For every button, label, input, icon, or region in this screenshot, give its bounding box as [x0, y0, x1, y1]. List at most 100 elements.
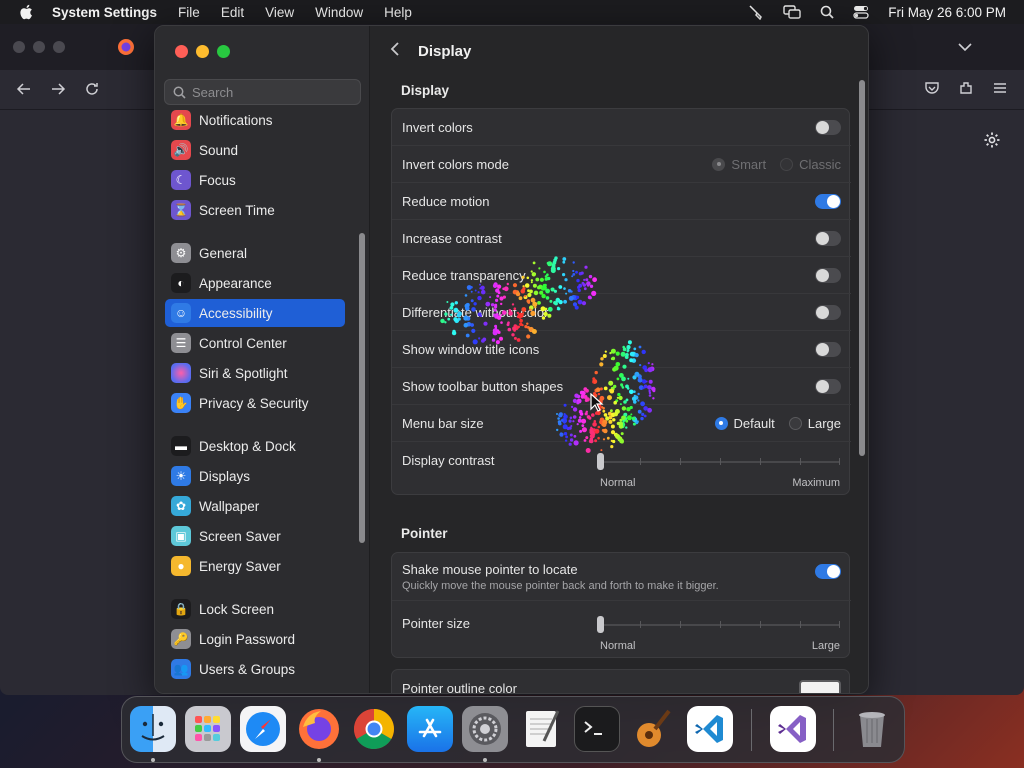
menu-edit[interactable]: Edit: [221, 5, 244, 20]
forward-arrow-icon[interactable]: [50, 81, 66, 102]
radio-smart[interactable]: Smart: [712, 157, 766, 172]
sidebar-item-login-password[interactable]: 🔑 Login Password: [165, 625, 345, 653]
pen-tool-icon[interactable]: [748, 4, 764, 20]
sidebar-item-energy-saver[interactable]: ● Energy Saver: [165, 552, 345, 580]
sidebar-item-displays[interactable]: ☀ Displays: [165, 462, 345, 490]
dock-firefox[interactable]: [296, 706, 342, 752]
sidebar-item-general[interactable]: ⚙ General: [165, 239, 345, 267]
minimize-button[interactable]: [196, 45, 209, 58]
shake-pointer-toggle[interactable]: [815, 564, 841, 579]
sidebar-item-accessibility[interactable]: ☺ Accessibility: [165, 299, 345, 327]
window-title-icons-toggle[interactable]: [815, 341, 841, 357]
menu-file[interactable]: File: [178, 5, 200, 20]
dock-visual-studio[interactable]: [770, 706, 816, 752]
dock-chrome[interactable]: [351, 706, 397, 752]
sidebar-item-appearance[interactable]: ◐ Appearance: [165, 269, 345, 297]
browser-zoom-button[interactable]: [53, 41, 65, 53]
sidebar-item-screen-time[interactable]: ⌛ Screen Time: [165, 196, 345, 224]
app-name[interactable]: System Settings: [52, 5, 157, 20]
search-input[interactable]: [192, 84, 352, 100]
dock-app-store[interactable]: [407, 706, 453, 752]
slider-tick: [720, 621, 721, 628]
screen-mirroring-icon[interactable]: [783, 5, 801, 19]
zoom-button[interactable]: [217, 45, 230, 58]
slider-knob[interactable]: [597, 616, 604, 633]
sidebar-item-sound[interactable]: 🔊 Sound: [165, 136, 345, 164]
running-indicator: [317, 758, 321, 762]
radio-classic[interactable]: Classic: [780, 157, 841, 172]
pointer-size-row: Pointer size Normal Large: [392, 601, 851, 659]
sidebar-item-screen-saver[interactable]: ▣ Screen Saver: [165, 522, 345, 550]
sidebar-item-label: Sound: [199, 142, 239, 158]
dock-textedit[interactable]: [519, 706, 565, 752]
back-chevron-icon[interactable]: [390, 41, 400, 61]
sidebar-item-control-center[interactable]: ☰ Control Center: [165, 329, 345, 357]
sidebar-item-label: Screen Saver: [199, 528, 281, 544]
display-settings-group: Invert colors Invert colors mode Smart C…: [391, 108, 851, 496]
back-arrow-icon[interactable]: [16, 81, 32, 102]
sidebar-item-users-groups[interactable]: 👥 Users & Groups: [165, 655, 345, 683]
invert-colors-label: Invert colors: [402, 119, 473, 135]
increase-contrast-toggle[interactable]: [815, 230, 841, 246]
sidebar-item-label: Wallpaper: [199, 498, 260, 514]
browser-minimize-button[interactable]: [33, 41, 45, 53]
control-center-icon[interactable]: [853, 5, 869, 19]
differentiate-toggle[interactable]: [815, 304, 841, 320]
sidebar-item-siri-spotlight[interactable]: Siri & Spotlight: [165, 359, 345, 387]
radio-classic-button[interactable]: [780, 157, 794, 171]
menu-help[interactable]: Help: [384, 5, 412, 20]
radio-smart-button[interactable]: [712, 157, 726, 171]
firefox-tab-icon[interactable]: [117, 38, 135, 61]
slider-max-label: Maximum: [792, 477, 840, 489]
dock-vscode[interactable]: [687, 706, 733, 752]
content-scrollbar[interactable]: [859, 80, 865, 456]
hamburger-menu-icon[interactable]: [992, 80, 1008, 101]
sidebar-item-wallpaper[interactable]: ✿ Wallpaper: [165, 492, 345, 520]
radio-large-button[interactable]: [788, 416, 802, 430]
textedit-icon: [526, 710, 560, 747]
sidebar-item-desktop-dock[interactable]: ▬ Desktop & Dock: [165, 432, 345, 460]
sidebar-item-focus[interactable]: ☾ Focus: [165, 166, 345, 194]
pocket-icon[interactable]: [924, 80, 940, 101]
apple-menu-icon[interactable]: [0, 4, 52, 20]
gear-icon[interactable]: [983, 131, 1001, 154]
menu-view[interactable]: View: [265, 5, 294, 20]
radio-large[interactable]: Large: [788, 416, 841, 431]
pointer-outline-color-label: Pointer outline color: [402, 681, 517, 694]
clock[interactable]: Fri May 26 6:00 PM: [888, 5, 1006, 20]
dock-trash[interactable]: [849, 706, 895, 752]
search-field[interactable]: [164, 79, 361, 105]
display-contrast-slider[interactable]: Normal Maximum: [597, 453, 840, 493]
sidebar-item-label: Accessibility: [199, 305, 273, 321]
dock-safari[interactable]: [240, 706, 286, 752]
slider-knob[interactable]: [597, 453, 604, 470]
reduce-motion-toggle[interactable]: [815, 193, 841, 209]
reduce-transparency-toggle[interactable]: [815, 267, 841, 283]
spotlight-search-icon[interactable]: [820, 5, 834, 19]
dock-finder[interactable]: [130, 706, 176, 752]
sidebar-item-lock-screen[interactable]: 🔒 Lock Screen: [165, 595, 345, 623]
toolbar-button-shapes-toggle[interactable]: [815, 378, 841, 394]
dock-system-settings[interactable]: [462, 706, 508, 752]
close-button[interactable]: [175, 45, 188, 58]
slider-min-label: Normal: [600, 640, 636, 652]
sidebar-item-privacy-security[interactable]: ✋ Privacy & Security: [165, 389, 345, 417]
pointer-size-slider[interactable]: Normal Large: [597, 616, 840, 656]
reload-icon[interactable]: [84, 81, 100, 102]
dock-garageband[interactable]: [630, 706, 676, 752]
chevron-down-icon[interactable]: [958, 39, 972, 57]
extensions-icon[interactable]: [958, 80, 974, 101]
pointer-outline-color-well[interactable]: [799, 679, 841, 693]
invert-colors-toggle[interactable]: [815, 119, 841, 135]
sidebar: 🔔 Notifications 🔊 Sound ☾ Focus ⌛ Screen…: [155, 26, 370, 693]
radio-default[interactable]: Default: [714, 416, 775, 431]
dock-launchpad[interactable]: [185, 706, 231, 752]
radio-default-button[interactable]: [714, 416, 728, 430]
dock-terminal[interactable]: [574, 706, 620, 752]
menu-window[interactable]: Window: [315, 5, 363, 20]
sidebar-item-notifications[interactable]: 🔔 Notifications: [165, 108, 345, 134]
sidebar-scrollbar[interactable]: [359, 233, 365, 543]
toolbar-button-shapes-row: Show toolbar button shapes: [392, 368, 851, 405]
display-contrast-row: Display contrast Normal Maximum: [392, 442, 851, 496]
browser-close-button[interactable]: [13, 41, 25, 53]
